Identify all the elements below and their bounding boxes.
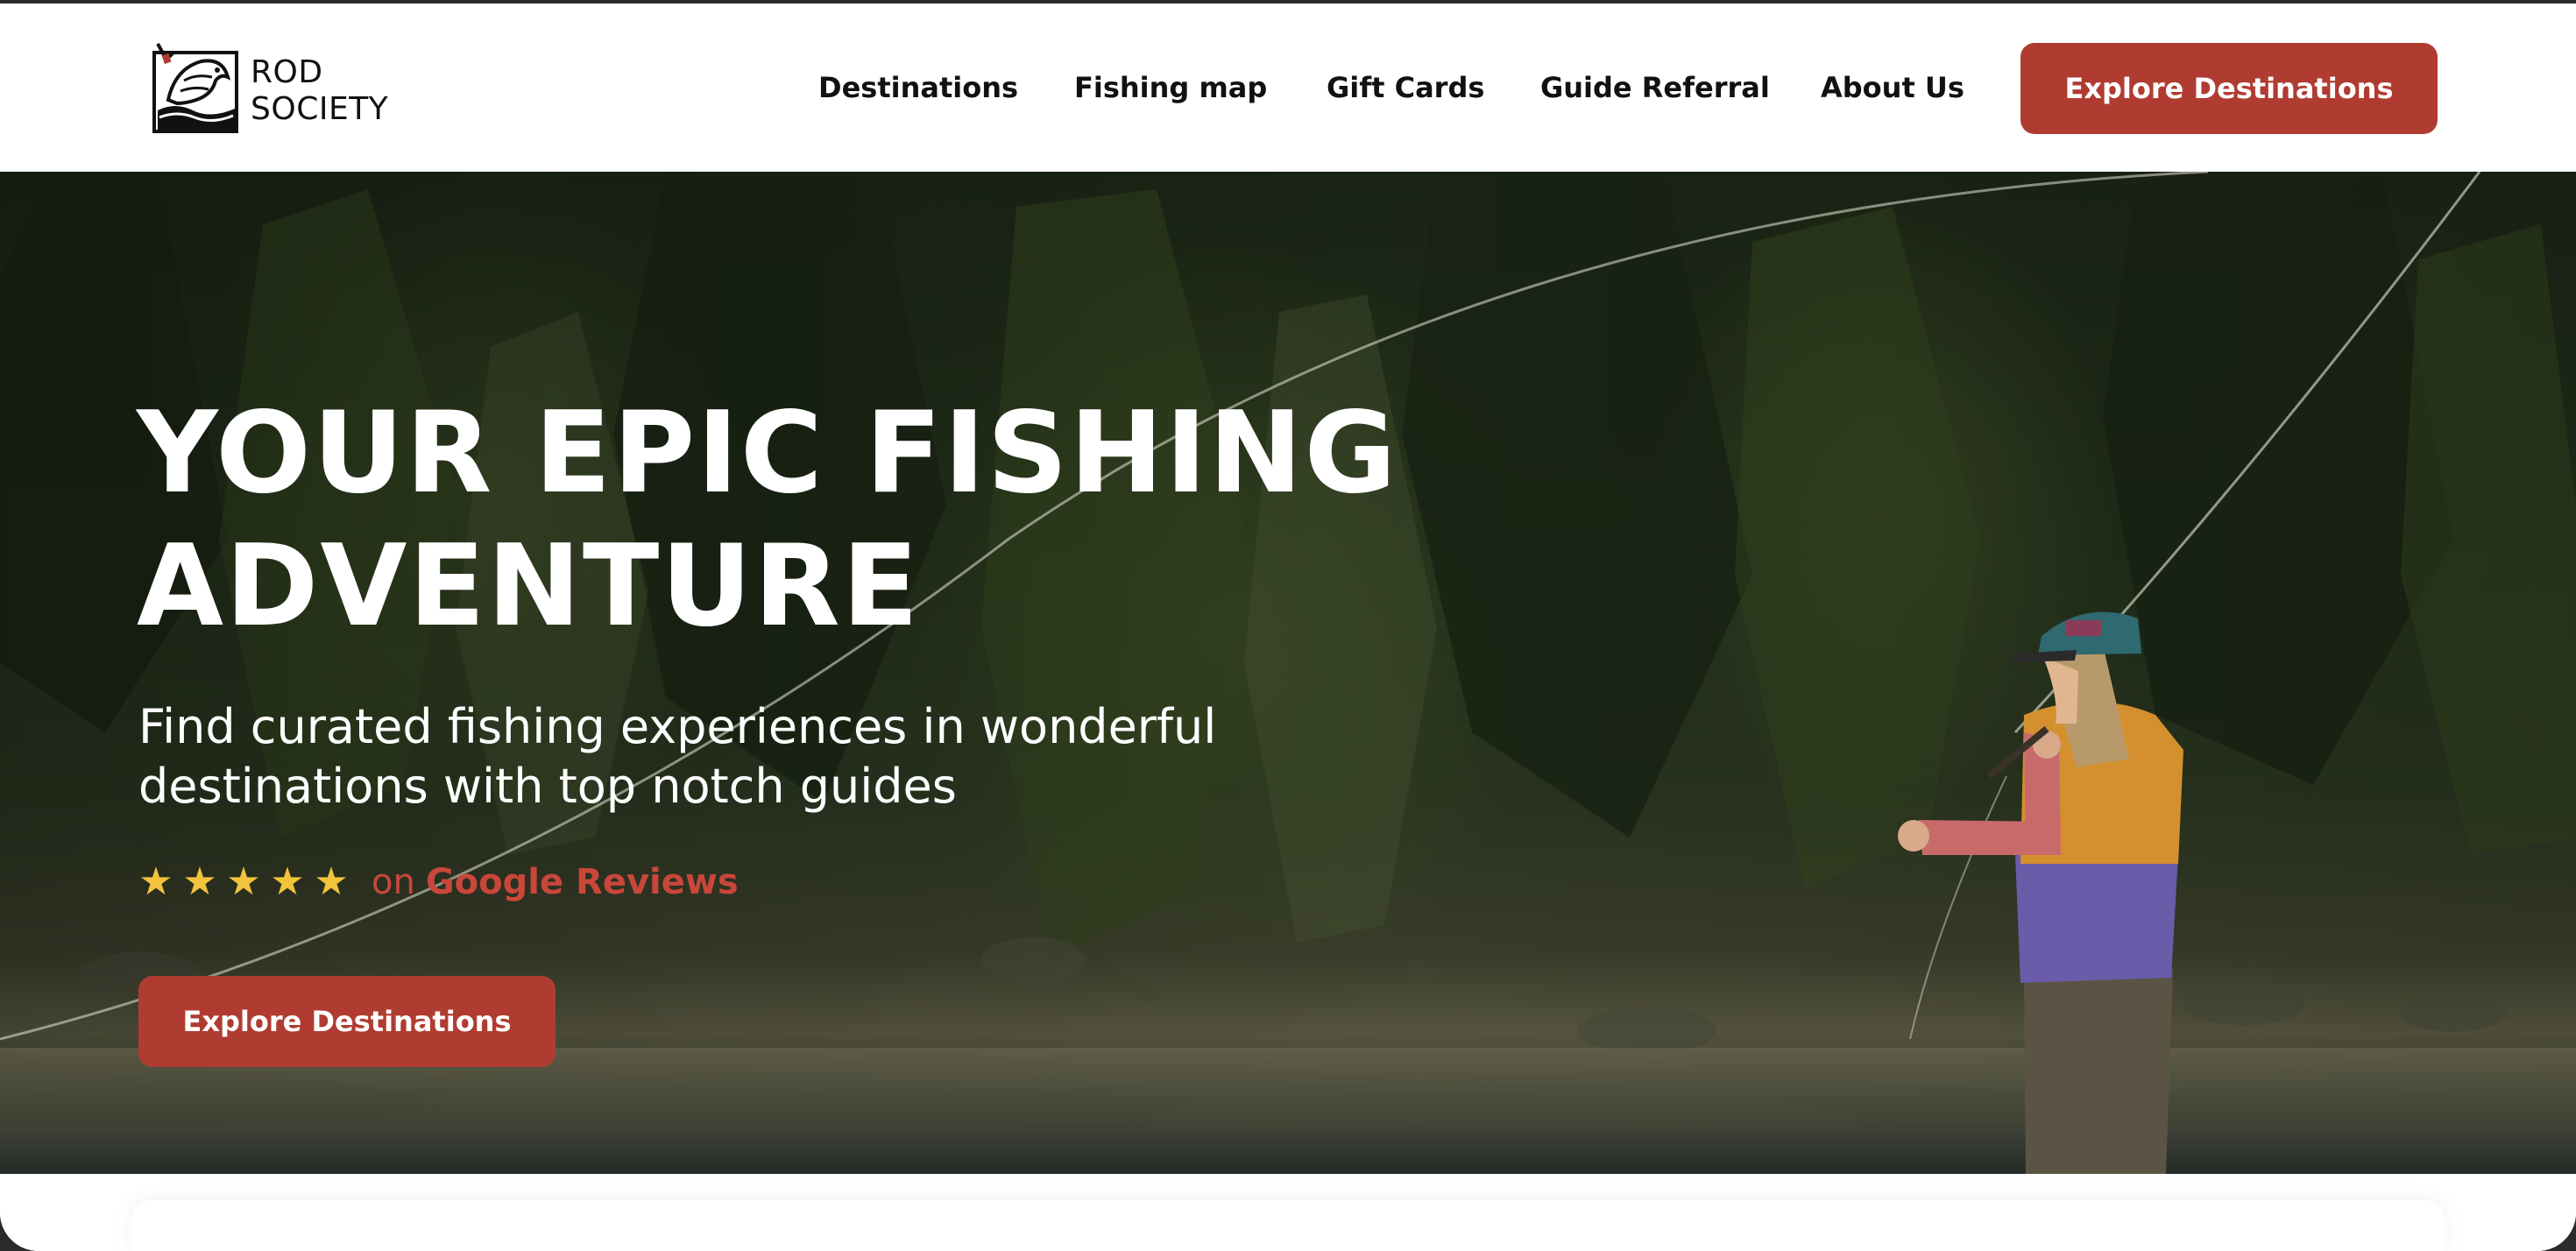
hero-explore-destinations-button[interactable]: Explore Destinations <box>138 976 556 1067</box>
nav-about-us[interactable]: About Us <box>1821 70 1964 105</box>
star-icon: ★ <box>226 859 261 904</box>
nav-fishing-map[interactable]: Fishing map <box>1074 70 1267 105</box>
star-icon: ★ <box>270 859 305 904</box>
brand-line-2: SOCIETY <box>251 91 389 127</box>
site-header: ROD SOCIETY Destinations Fishing map Gif… <box>0 4 2576 172</box>
brand-line-1: ROD <box>251 54 323 90</box>
star-rating: ★ ★ ★ ★ ★ <box>137 860 350 904</box>
hero-section: YOUR EPIC FISHING ADVENTURE Find curated… <box>0 172 2576 1174</box>
star-icon: ★ <box>138 859 173 904</box>
star-icon: ★ <box>314 859 349 904</box>
nav-destinations[interactable]: Destinations <box>818 70 1018 105</box>
star-icon: ★ <box>182 859 217 904</box>
hero-title-line-2: ADVENTURE <box>137 521 921 652</box>
site-logo[interactable]: ROD SOCIETY <box>151 42 414 138</box>
hero-subtitle-line-2: destinations with top notch guides <box>138 759 957 814</box>
hero-subtitle: Find curated fishing experiences in wond… <box>138 697 1453 816</box>
google-reviews-link[interactable]: Google Reviews <box>426 862 739 902</box>
leaping-fish-icon <box>152 43 238 133</box>
nav-guide-referral[interactable]: Guide Referral <box>1540 70 1770 105</box>
nav-gift-cards[interactable]: Gift Cards <box>1327 70 1484 105</box>
angler-figure <box>1898 611 2183 1174</box>
brand-wordmark: ROD SOCIETY <box>251 54 388 128</box>
google-rating: ★ ★ ★ ★ ★ on Google Reviews <box>137 859 739 906</box>
hero-title: YOUR EPIC FISHING ADVENTURE <box>137 387 1398 654</box>
hero-title-line-1: YOUR EPIC FISHING <box>137 388 1398 519</box>
browser-viewport: ROD SOCIETY Destinations Fishing map Gif… <box>0 4 2576 1251</box>
header-explore-destinations-button[interactable]: Explore Destinations <box>2020 43 2438 134</box>
rating-on-text: on <box>372 862 415 902</box>
hero-subtitle-line-1: Find curated fishing experiences in wond… <box>138 699 1217 754</box>
next-section <box>0 1174 2576 1251</box>
next-section-card <box>131 1200 2445 1251</box>
